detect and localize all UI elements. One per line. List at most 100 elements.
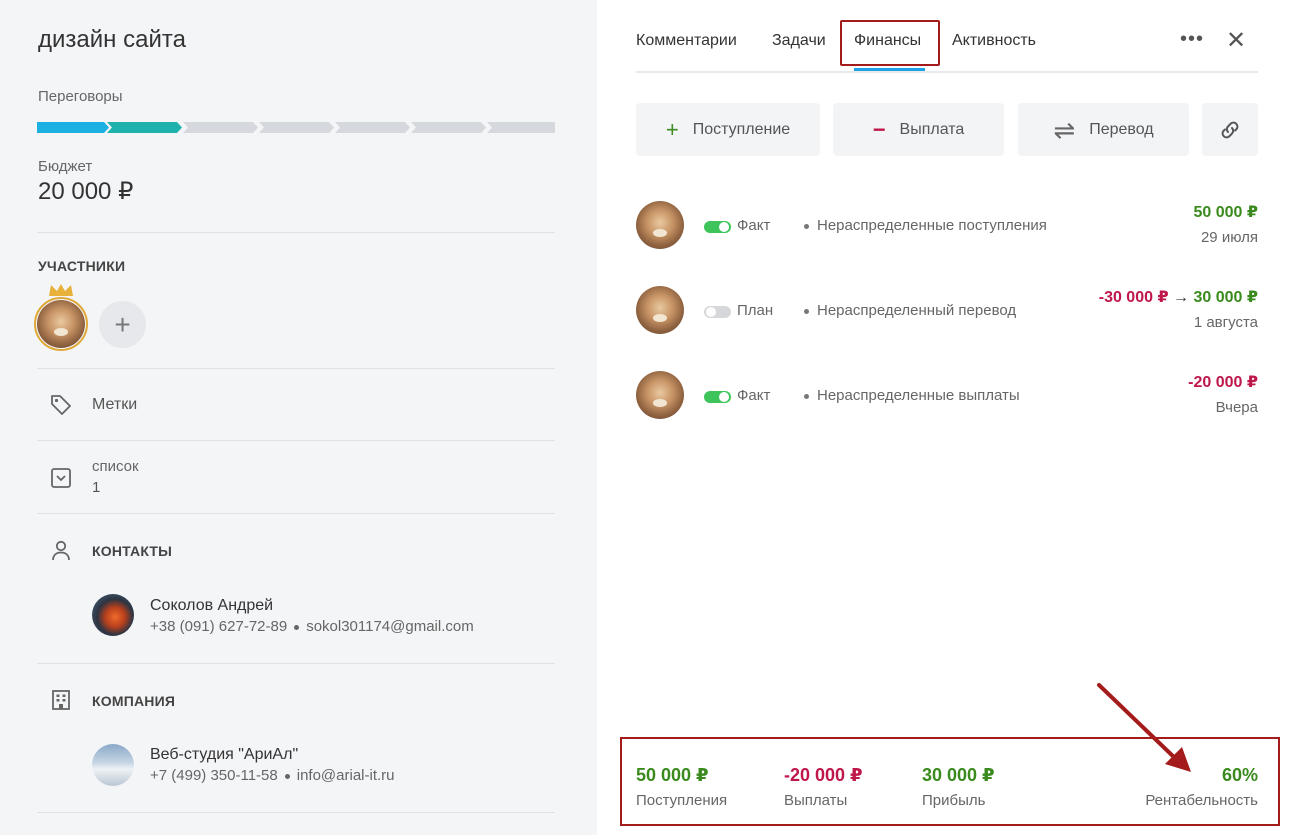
- transaction-status: Факт: [737, 387, 771, 404]
- tag-icon: [48, 392, 74, 418]
- highlight-frame: [840, 20, 940, 66]
- list-field-label: список: [92, 458, 139, 475]
- company-avatar[interactable]: [92, 744, 134, 786]
- link-icon: [1221, 121, 1239, 138]
- avatar: [636, 286, 684, 334]
- avatar: [636, 201, 684, 249]
- contact-phone[interactable]: +38 (091) 627-72-89: [150, 618, 287, 635]
- bullet-dot: [804, 393, 809, 399]
- transaction-category-label: Нераспределенные поступления: [817, 217, 1047, 234]
- tab-tasks[interactable]: Задачи: [772, 32, 826, 50]
- plus-icon: +: [665, 116, 679, 142]
- list-field-value[interactable]: 1: [92, 479, 100, 496]
- add-transfer-button[interactable]: ⇌ Перевод: [1018, 103, 1189, 156]
- participants-heading: УЧАСТНИКИ: [38, 258, 126, 274]
- stage-label: Переговоры: [38, 88, 123, 105]
- separator-dot: [294, 624, 300, 630]
- transaction-category-label: Нераспределенные выплаты: [817, 387, 1020, 404]
- add-payout-button[interactable]: − Выплата: [833, 103, 1004, 156]
- add-payout-label: Выплата: [899, 120, 965, 138]
- tags-field[interactable]: Метки: [92, 396, 137, 414]
- company-email[interactable]: info@arial-it.ru: [297, 767, 395, 784]
- separator-dot: [284, 773, 290, 779]
- close-icon[interactable]: ✕: [1226, 26, 1246, 55]
- more-icon[interactable]: •••: [1180, 28, 1204, 51]
- contact-avatar[interactable]: [92, 594, 134, 636]
- pipeline-progress[interactable]: [37, 122, 555, 133]
- add-transfer-label: Перевод: [1089, 120, 1154, 138]
- status-toggle[interactable]: [704, 306, 731, 318]
- pipeline-stage-4: [259, 122, 334, 133]
- transaction-category: Нераспределенный перевод: [804, 302, 1016, 319]
- divider: [37, 368, 555, 369]
- add-participant-button[interactable]: +: [99, 301, 146, 348]
- add-income-button[interactable]: + Поступление: [636, 103, 820, 156]
- toggle-knob: [719, 222, 729, 232]
- tab-activity[interactable]: Активность: [952, 32, 1036, 50]
- transaction-category: Нераспределенные поступления: [804, 217, 1047, 234]
- bullet-dot: [804, 308, 809, 314]
- summary-payouts-label: Выплаты: [784, 792, 848, 809]
- link-button[interactable]: [1202, 103, 1258, 156]
- transaction-date: 1 августа: [1193, 314, 1258, 331]
- tab-comments[interactable]: Комментарии: [636, 32, 737, 50]
- status-toggle[interactable]: [704, 221, 731, 233]
- pipeline-stage-7: [487, 122, 555, 133]
- summary-profitability-value: 60%: [1221, 765, 1258, 785]
- divider: [37, 513, 555, 514]
- transaction-status: Факт: [737, 217, 771, 234]
- crown-icon: [49, 284, 73, 296]
- contact-details: +38 (091) 627-72-89 sokol301174@gmail.com: [150, 618, 474, 635]
- tabs-divider: [636, 71, 1258, 73]
- toggle-knob: [719, 392, 729, 402]
- company-phone[interactable]: +7 (499) 350-11-58: [150, 767, 278, 784]
- deal-title[interactable]: дизайн сайта: [38, 26, 186, 54]
- transfer-icon: ⇌: [1053, 114, 1076, 145]
- transaction-amount: 50 000 ₽: [1193, 204, 1258, 221]
- transaction-row[interactable]: Факт Нераспределенные поступления 50 000…: [636, 201, 1258, 261]
- deal-card: дизайн сайта Переговоры Бюджет 20 000 ₽ …: [0, 0, 1301, 835]
- transaction-amount: -30 000 ₽ → 30 000 ₽: [1099, 287, 1258, 307]
- bullet-dot: [804, 223, 809, 229]
- company-name[interactable]: Веб-студия "АриАл": [150, 746, 298, 764]
- summary-profit-label: Прибыль: [922, 792, 986, 809]
- transaction-category: Нераспределенные выплаты: [804, 387, 1020, 404]
- transaction-status: План: [737, 302, 774, 319]
- transaction-row[interactable]: План Нераспределенный перевод -30 000 ₽ …: [636, 286, 1258, 346]
- contact-email[interactable]: sokol301174@gmail.com: [306, 618, 474, 635]
- arrow-right-icon: →: [1173, 289, 1190, 306]
- pipeline-stage-3: [183, 122, 258, 133]
- contact-name[interactable]: Соколов Андрей: [150, 597, 273, 615]
- budget-label: Бюджет: [38, 158, 93, 175]
- transaction-category-label: Нераспределенный перевод: [817, 302, 1017, 319]
- divider: [37, 440, 555, 441]
- pipeline-stage-1: [37, 122, 109, 133]
- divider: [37, 232, 555, 233]
- summary-profit-value: 30 000 ₽: [922, 765, 995, 785]
- chevron-down-box-icon: [48, 465, 74, 491]
- add-income-label: Поступление: [692, 120, 791, 138]
- company-details: +7 (499) 350-11-58 info@arial-it.ru: [150, 767, 395, 784]
- summary-profitability-label: Рентабельность: [1145, 792, 1258, 809]
- finance-panel: Комментарии Задачи Финансы Активность ••…: [597, 0, 1301, 835]
- active-tab-indicator: [854, 68, 925, 71]
- person-icon: [48, 537, 74, 563]
- plus-icon: +: [114, 308, 131, 340]
- participant-avatar-owner[interactable]: [34, 297, 88, 351]
- contacts-heading: КОНТАКТЫ: [92, 543, 173, 559]
- pipeline-stage-5: [335, 122, 410, 133]
- summary-income-value: 50 000 ₽: [636, 765, 709, 785]
- pipeline-stage-2: [107, 122, 182, 133]
- transfer-amount-from: -30 000 ₽: [1098, 289, 1169, 306]
- avatar: [636, 371, 684, 419]
- minus-icon: −: [872, 116, 886, 142]
- status-toggle[interactable]: [704, 391, 731, 403]
- budget-value[interactable]: 20 000 ₽: [38, 177, 133, 206]
- summary-income-label: Поступления: [636, 792, 728, 809]
- building-icon: [48, 687, 74, 713]
- transaction-row[interactable]: Факт Нераспределенные выплаты -20 000 ₽ …: [636, 371, 1258, 431]
- divider: [37, 663, 555, 664]
- transaction-date: 29 июля: [1200, 229, 1258, 246]
- avatar: [37, 300, 85, 348]
- toggle-knob: [706, 307, 716, 317]
